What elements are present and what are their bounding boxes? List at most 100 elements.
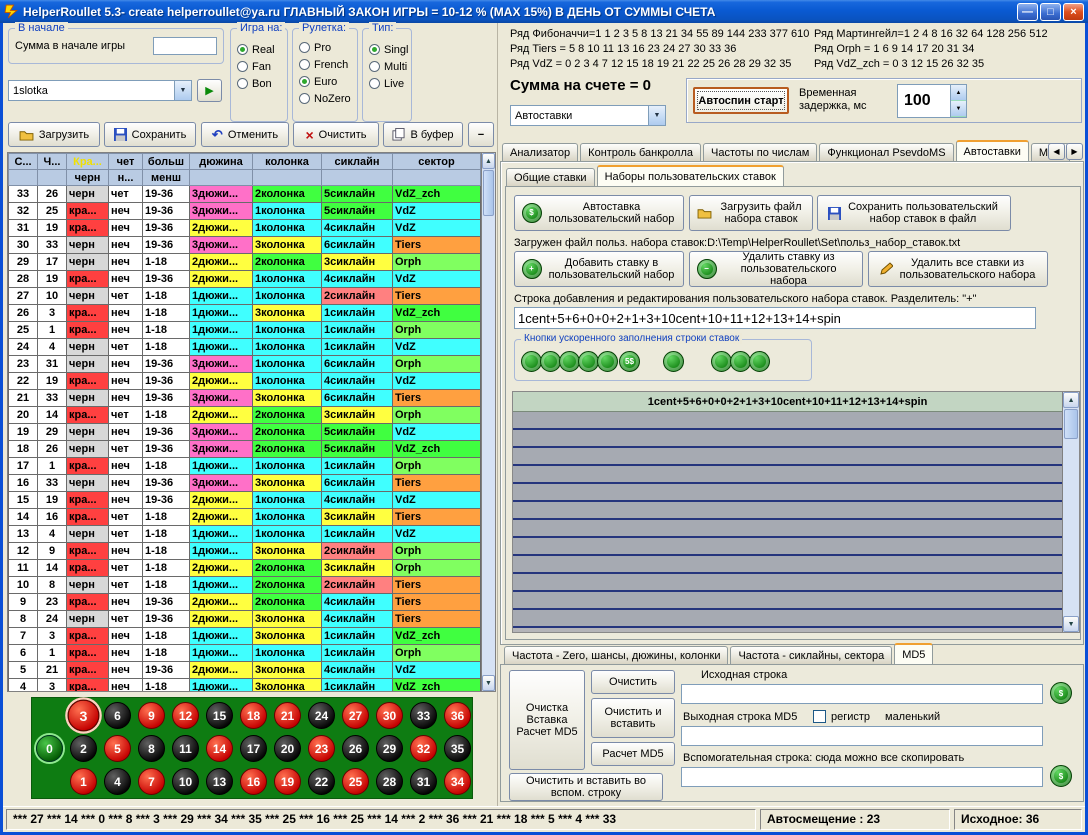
- bet-list-row[interactable]: [513, 502, 1062, 520]
- tabs-scroll-left-button[interactable]: ◀: [1048, 143, 1065, 160]
- tab-контроль-банкролла[interactable]: Контроль банкролла: [580, 143, 701, 161]
- board-number-2[interactable]: 2: [70, 735, 97, 762]
- spin-up-icon[interactable]: ▲: [951, 85, 966, 101]
- undo-button[interactable]: ↶ Отменить: [201, 122, 289, 147]
- autospin-start-button[interactable]: Автоспин старт: [693, 87, 789, 114]
- bet-list-row[interactable]: [513, 448, 1062, 466]
- board-number-28[interactable]: 28: [376, 768, 403, 795]
- bet-list-row[interactable]: [513, 520, 1062, 538]
- md5-aux-input[interactable]: [681, 767, 1043, 787]
- board-number-34[interactable]: 34: [444, 768, 471, 795]
- bet-string-input[interactable]: [514, 307, 1036, 329]
- freq-tab-частота---zero-шансы-дюжины-колонки[interactable]: Частота - Zero, шансы, дюжины, колонки: [504, 646, 728, 664]
- copy-to-buffer-button[interactable]: В буфер: [383, 122, 463, 147]
- board-number-23[interactable]: 23: [308, 735, 335, 762]
- minimize-button[interactable]: —: [1017, 3, 1038, 21]
- minus-button[interactable]: −: [468, 122, 494, 147]
- md5-aux-action-button[interactable]: $: [1050, 765, 1072, 787]
- md5-clear-paste-calc-button[interactable]: Очистка Вставка Расчет MD5: [509, 670, 585, 770]
- quick-chip-button-8[interactable]: [711, 351, 732, 372]
- board-number-16[interactable]: 16: [240, 768, 267, 795]
- board-number-14[interactable]: 14: [206, 735, 233, 762]
- board-number-18[interactable]: 18: [240, 702, 267, 729]
- quick-chip-button-4[interactable]: [578, 351, 599, 372]
- board-number-11[interactable]: 11: [172, 735, 199, 762]
- board-number-26[interactable]: 26: [342, 735, 369, 762]
- tab-анализатор[interactable]: Анализатор: [502, 143, 578, 161]
- md5-source-action-button[interactable]: $: [1050, 682, 1072, 704]
- slot-combobox[interactable]: 1slotka ▼: [8, 80, 192, 101]
- bets-list-scrollbar[interactable]: ▲ ▼: [1062, 392, 1079, 632]
- radio-option-real[interactable]: Real: [237, 41, 275, 58]
- bet-list-row[interactable]: [513, 538, 1062, 556]
- quick-chip-button-6[interactable]: 5$: [619, 351, 640, 372]
- board-number-7[interactable]: 7: [138, 768, 165, 795]
- board-number-0[interactable]: 0: [36, 735, 63, 762]
- board-number-31[interactable]: 31: [410, 768, 437, 795]
- scrollbar-thumb[interactable]: [483, 170, 494, 216]
- history-scrollbar[interactable]: ▲ ▼: [481, 153, 495, 691]
- board-number-33[interactable]: 33: [410, 702, 437, 729]
- board-number-21[interactable]: 21: [274, 702, 301, 729]
- board-number-3[interactable]: 3: [68, 700, 100, 732]
- autobet-custom-set-button[interactable]: $ Автоставка пользовательский набор: [514, 195, 684, 231]
- load-bets-file-button[interactable]: Загрузить файл набора ставок: [689, 195, 813, 231]
- board-number-20[interactable]: 20: [274, 735, 301, 762]
- radio-option-singl[interactable]: Singl: [369, 41, 408, 58]
- subtab-наборы-пользовательских-ставок[interactable]: Наборы пользовательских ставок: [597, 165, 784, 186]
- bet-list-row[interactable]: [513, 430, 1062, 448]
- mode-combobox[interactable]: Автоставки ▼: [510, 105, 666, 126]
- remove-all-bets-button[interactable]: Удалить все ставки из пользовательского …: [868, 251, 1048, 287]
- add-bet-button[interactable]: + Добавить ставку в пользовательский наб…: [514, 251, 684, 287]
- save-button[interactable]: Сохранить: [104, 122, 196, 147]
- quick-chip-button-10[interactable]: [749, 351, 770, 372]
- quick-chip-button-1[interactable]: [521, 351, 542, 372]
- board-number-24[interactable]: 24: [308, 702, 335, 729]
- board-number-4[interactable]: 4: [104, 768, 131, 795]
- bet-list-row[interactable]: [513, 610, 1062, 628]
- board-number-5[interactable]: 5: [104, 735, 131, 762]
- scroll-down-icon[interactable]: ▼: [482, 675, 495, 691]
- board-number-17[interactable]: 17: [240, 735, 267, 762]
- radio-icon[interactable]: [299, 76, 310, 87]
- quick-chip-button-9[interactable]: [730, 351, 751, 372]
- quick-chip-button-7[interactable]: [663, 351, 684, 372]
- radio-icon[interactable]: [299, 42, 310, 53]
- board-number-27[interactable]: 27: [342, 702, 369, 729]
- titlebar[interactable]: HelperRoullet 5.3- create helperroullet@…: [0, 0, 1088, 23]
- bet-list-row[interactable]: [513, 574, 1062, 592]
- board-number-22[interactable]: 22: [308, 768, 335, 795]
- tab-функционал-psevdoms[interactable]: Функционал PsevdoMS: [819, 143, 953, 161]
- radio-icon[interactable]: [369, 61, 380, 72]
- radio-icon[interactable]: [369, 78, 380, 89]
- delay-value[interactable]: 100: [898, 85, 950, 117]
- remove-bet-button[interactable]: − Удалить ставку из пользовательского на…: [689, 251, 863, 287]
- board-number-8[interactable]: 8: [138, 735, 165, 762]
- board-number-1[interactable]: 1: [70, 768, 97, 795]
- radio-icon[interactable]: [299, 93, 310, 104]
- load-button[interactable]: Загрузить: [8, 122, 100, 147]
- maximize-button[interactable]: □: [1040, 3, 1061, 21]
- clear-paste-aux-button[interactable]: Очистить и вставить во вспом. строку: [509, 773, 663, 801]
- chevron-down-icon[interactable]: ▼: [174, 81, 191, 100]
- bet-list-row[interactable]: [513, 412, 1062, 430]
- save-bets-file-button[interactable]: Сохранить пользовательский набор ставок …: [817, 195, 1011, 231]
- delay-spinner[interactable]: 100 ▲ ▼: [897, 84, 967, 118]
- board-number-12[interactable]: 12: [172, 702, 199, 729]
- board-number-6[interactable]: 6: [104, 702, 131, 729]
- close-button[interactable]: ×: [1063, 3, 1084, 21]
- spin-down-icon[interactable]: ▼: [951, 101, 966, 117]
- board-number-30[interactable]: 30: [376, 702, 403, 729]
- board-number-13[interactable]: 13: [206, 768, 233, 795]
- board-number-25[interactable]: 25: [342, 768, 369, 795]
- bet-list-row[interactable]: [513, 484, 1062, 502]
- board-number-9[interactable]: 9: [138, 702, 165, 729]
- md5-clear-button[interactable]: Очистить: [591, 670, 675, 694]
- radio-option-fan[interactable]: Fan: [237, 58, 275, 75]
- radio-option-live[interactable]: Live: [369, 75, 408, 92]
- board-number-35[interactable]: 35: [444, 735, 471, 762]
- quick-chip-button-2[interactable]: [540, 351, 561, 372]
- radio-option-euro[interactable]: Euro: [299, 73, 351, 90]
- tab-частоты-по-числам[interactable]: Частоты по числам: [703, 143, 817, 161]
- clear-button[interactable]: × Очистить: [293, 122, 379, 147]
